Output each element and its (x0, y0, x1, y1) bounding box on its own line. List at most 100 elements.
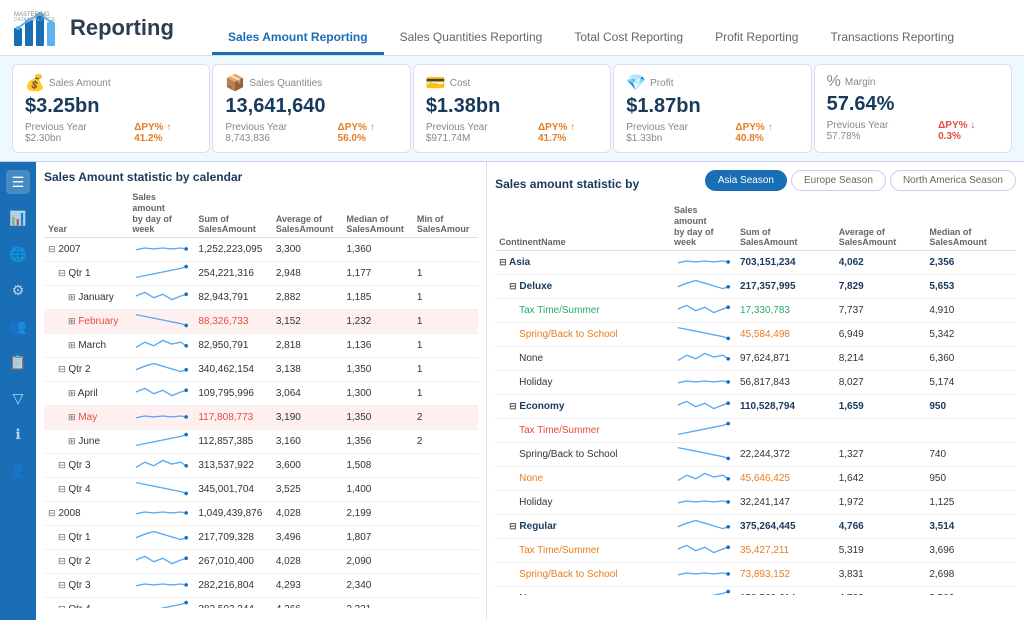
row-avg: 2,818 (272, 334, 343, 358)
row-sum: 56,817,843 (736, 371, 835, 395)
calendar-table-wrapper[interactable]: Year Sales amountby day ofweek Sum ofSal… (44, 190, 478, 608)
kpi-label-2: 💳 Cost (426, 73, 598, 93)
season-tab-1[interactable]: Europe Season (791, 170, 886, 191)
nav-tabs: Sales Amount ReportingSales Quantities R… (212, 0, 1012, 55)
expand-btn[interactable]: ⊟ (58, 580, 66, 590)
sidebar: ☰ 📊 🌐 ⚙ 👥 📋 ▽ ℹ 👤 (0, 162, 36, 620)
season-tab-0[interactable]: Asia Season (705, 170, 787, 191)
sidebar-icon-people[interactable]: 👥 (6, 314, 30, 338)
row-label: ⊞ March (44, 334, 128, 358)
row-sparkline (128, 550, 194, 574)
sidebar-icon-chart[interactable]: 📊 (6, 206, 30, 230)
expand-btn[interactable]: ⊟ (58, 532, 66, 542)
row-label: ⊟ Qtr 4 (44, 598, 128, 608)
expand-btn[interactable]: ⊟ (48, 508, 56, 518)
nav-tab-1[interactable]: Sales Quantities Reporting (384, 22, 559, 55)
nav-tab-2[interactable]: Total Cost Reporting (558, 22, 699, 55)
expand-btn[interactable]: ⊟ (58, 460, 66, 470)
row-avg: 4,028 (272, 550, 343, 574)
right-table-row: None 158,569,614 4,792 3,500 (495, 587, 1016, 595)
row-sparkline (128, 262, 194, 286)
row-avg: 6,949 (835, 323, 926, 347)
expand-btn[interactable]: ⊟ (509, 281, 517, 291)
row-sum: 22,244,372 (736, 443, 835, 467)
expand-btn[interactable]: ⊟ (58, 604, 66, 608)
row-med: 1,185 (342, 286, 413, 310)
row-sum: 117,808,773 (194, 406, 271, 430)
expand-btn[interactable]: ⊞ (68, 316, 76, 326)
nav-tab-4[interactable]: Transactions Reporting (814, 22, 970, 55)
sidebar-icon-filter[interactable]: ▽ (6, 386, 30, 410)
row-avg: 4,792 (835, 587, 926, 595)
nav-tab-3[interactable]: Profit Reporting (699, 22, 814, 55)
calendar-table-row: ⊟ Qtr 3 282,216,804 4,293 2,340 (44, 574, 478, 598)
right-table-wrapper[interactable]: ContinentName Sales amountby day of week… (495, 203, 1016, 595)
kpi-delta-0: ΔPY% ↑ 41.2% (134, 122, 197, 144)
row-label: ⊟ Qtr 2 (44, 550, 128, 574)
row-sparkline (128, 454, 194, 478)
sidebar-icon-info[interactable]: ℹ (6, 422, 30, 446)
expand-btn[interactable]: ⊟ (58, 364, 66, 374)
calendar-table-row: ⊞ January 82,943,791 2,882 1,185 1 (44, 286, 478, 310)
expand-btn[interactable]: ⊞ (68, 292, 76, 302)
col-sum: Sum ofSalesAmount (194, 190, 271, 238)
row-avg: 3,190 (272, 406, 343, 430)
row-min: 1 (413, 310, 478, 334)
season-tab-2[interactable]: North America Season (890, 170, 1016, 191)
calendar-table: Year Sales amountby day ofweek Sum ofSal… (44, 190, 478, 608)
right-table-row: Tax Time/Summer 17,330,783 7,737 4,910 (495, 299, 1016, 323)
expand-btn[interactable]: ⊟ (58, 268, 66, 278)
expand-btn[interactable]: ⊞ (68, 436, 76, 446)
sidebar-icon-clipboard[interactable]: 📋 (6, 350, 30, 374)
sidebar-icon-settings[interactable]: ⚙ (6, 278, 30, 302)
kpi-value-2: $1.38bn (426, 95, 598, 118)
expand-btn[interactable]: ⊟ (509, 401, 517, 411)
expand-btn[interactable]: ⊞ (68, 412, 76, 422)
row-sparkline (670, 563, 736, 587)
calendar-panel-title: Sales Amount statistic by calendar (44, 170, 478, 184)
row-label: ⊟ Qtr 3 (44, 454, 128, 478)
row-avg: 4,766 (835, 515, 926, 539)
row-min: 1 (413, 382, 478, 406)
row-avg: 1,659 (835, 395, 926, 419)
kpi-delta-2: ΔPY% ↑ 41.7% (538, 122, 598, 144)
col-med-r: Median ofSalesAmount (925, 203, 1016, 251)
row-min (413, 238, 478, 262)
sidebar-icon-user[interactable]: 👤 (6, 458, 30, 482)
row-sparkline (670, 515, 736, 539)
row-avg: 2,948 (272, 262, 343, 286)
expand-btn[interactable]: ⊞ (68, 340, 76, 350)
col-continent: ContinentName (495, 203, 670, 251)
expand-btn[interactable]: ⊟ (509, 521, 517, 531)
row-sparkline (128, 430, 194, 454)
expand-btn[interactable]: ⊟ (48, 244, 56, 254)
row-med: 2,340 (342, 574, 413, 598)
expand-btn[interactable]: ⊟ (499, 257, 507, 267)
sidebar-icon-globe[interactable]: 🌐 (6, 242, 30, 266)
expand-btn[interactable]: ⊟ (58, 484, 66, 494)
row-med: 1,232 (342, 310, 413, 334)
row-sum: 82,950,791 (194, 334, 271, 358)
calendar-table-row: ⊟ Qtr 4 282,503,344 4,266 2,331 (44, 598, 478, 608)
right-table-row: Tax Time/Summer (495, 419, 1016, 443)
logo-icon: MASTERING DATA ANALYTICS (12, 8, 62, 48)
sidebar-icon-home[interactable]: ☰ (6, 170, 30, 194)
row-min (413, 598, 478, 608)
row-avg: 1,972 (835, 491, 926, 515)
row-med: 5,342 (925, 323, 1016, 347)
row-label: Spring/Back to School (495, 323, 670, 347)
expand-btn[interactable]: ⊞ (68, 388, 76, 398)
row-sparkline (670, 419, 736, 443)
expand-btn[interactable]: ⊟ (58, 556, 66, 566)
row-med: 950 (925, 467, 1016, 491)
row-sparkline (670, 539, 736, 563)
row-label: Tax Time/Summer (495, 539, 670, 563)
nav-tab-0[interactable]: Sales Amount Reporting (212, 22, 384, 55)
row-med: 1,136 (342, 334, 413, 358)
header-title: Reporting (70, 15, 174, 41)
row-sum: 73,893,152 (736, 563, 835, 587)
row-avg: 3,525 (272, 478, 343, 502)
row-label: ⊞ April (44, 382, 128, 406)
row-label: ⊟ Qtr 1 (44, 262, 128, 286)
right-table-row: Spring/Back to School 22,244,372 1,327 7… (495, 443, 1016, 467)
